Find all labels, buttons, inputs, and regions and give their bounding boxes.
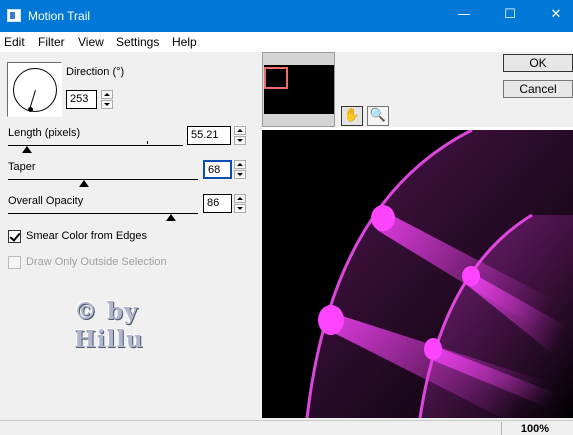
app-icon — [7, 9, 21, 22]
opacity-slider-thumb[interactable] — [166, 214, 177, 221]
direction-spinner[interactable] — [101, 90, 113, 109]
opacity-label: Overall Opacity — [8, 195, 84, 207]
maximize-button[interactable]: ☐ — [487, 0, 533, 32]
navigator-view-rect[interactable] — [264, 67, 288, 89]
direction-up-arrow[interactable] — [101, 90, 113, 99]
window-title: Motion Trail — [28, 9, 91, 23]
watermark-line-1: © by — [74, 298, 139, 325]
length-slider-tick — [147, 141, 148, 144]
preview-image — [305, 130, 573, 418]
length-input[interactable]: 55.21 — [187, 126, 231, 145]
zoom-tool-button[interactable]: 🔍 — [367, 106, 389, 126]
opacity-down-arrow[interactable] — [234, 204, 246, 213]
hand-tool-button[interactable]: ✋ — [341, 106, 363, 126]
menu-view[interactable]: View — [78, 35, 104, 49]
length-up-arrow[interactable] — [234, 126, 246, 135]
hand-icon: ✋ — [343, 108, 361, 123]
watermark-line-2: Hillu — [74, 326, 144, 353]
close-button[interactable]: ✕ — [533, 0, 573, 32]
opacity-input[interactable]: 86 — [203, 194, 232, 213]
taper-down-arrow[interactable] — [234, 170, 246, 179]
title-bar: Motion Trail — ☐ ✕ — [0, 0, 573, 32]
draw-outside-checkbox[interactable] — [8, 256, 21, 269]
smear-color-checkbox[interactable] — [8, 230, 21, 243]
status-bar: 100% — [0, 420, 573, 435]
direction-down-arrow[interactable] — [101, 100, 113, 109]
direction-dial[interactable] — [7, 62, 62, 117]
taper-slider-thumb[interactable] — [79, 180, 89, 187]
direction-dial-knob[interactable] — [28, 107, 33, 112]
navigator-thumbnail[interactable] — [264, 65, 334, 114]
navigator-box[interactable] — [262, 52, 335, 127]
taper-up-arrow[interactable] — [234, 160, 246, 169]
menu-help[interactable]: Help — [172, 35, 197, 49]
length-down-arrow[interactable] — [234, 136, 246, 145]
menu-bar: Edit Filter View Settings Help — [0, 32, 573, 52]
cancel-button[interactable]: Cancel — [503, 80, 573, 98]
length-slider-thumb[interactable] — [22, 146, 33, 153]
menu-edit[interactable]: Edit — [4, 35, 25, 49]
taper-spinner[interactable] — [234, 160, 246, 179]
direction-label: Direction (°) — [66, 66, 125, 78]
direction-dial-face[interactable] — [13, 68, 57, 112]
status-divider — [501, 422, 502, 435]
smear-color-label: Smear Color from Edges — [26, 230, 148, 242]
ok-button[interactable]: OK — [503, 54, 573, 72]
minimize-button[interactable]: — — [441, 0, 487, 32]
length-label: Length (pixels) — [8, 127, 81, 139]
opacity-up-arrow[interactable] — [234, 194, 246, 203]
direction-input[interactable]: 253 — [66, 90, 97, 109]
zoom-level: 100% — [520, 423, 549, 435]
length-spinner[interactable] — [234, 126, 246, 145]
watermark-logo: © by Hillu — [74, 298, 184, 354]
preview-area[interactable] — [262, 130, 573, 418]
opacity-spinner[interactable] — [234, 194, 246, 213]
length-slider-track[interactable] — [8, 145, 183, 146]
taper-label: Taper — [8, 161, 36, 173]
menu-filter[interactable]: Filter — [38, 35, 65, 49]
draw-outside-label: Draw Only Outside Selection — [26, 256, 167, 268]
taper-input[interactable]: 68 — [203, 160, 232, 179]
taper-slider-track[interactable] — [8, 179, 198, 180]
menu-settings[interactable]: Settings — [116, 35, 159, 49]
magnifier-icon: 🔍 — [369, 108, 387, 123]
